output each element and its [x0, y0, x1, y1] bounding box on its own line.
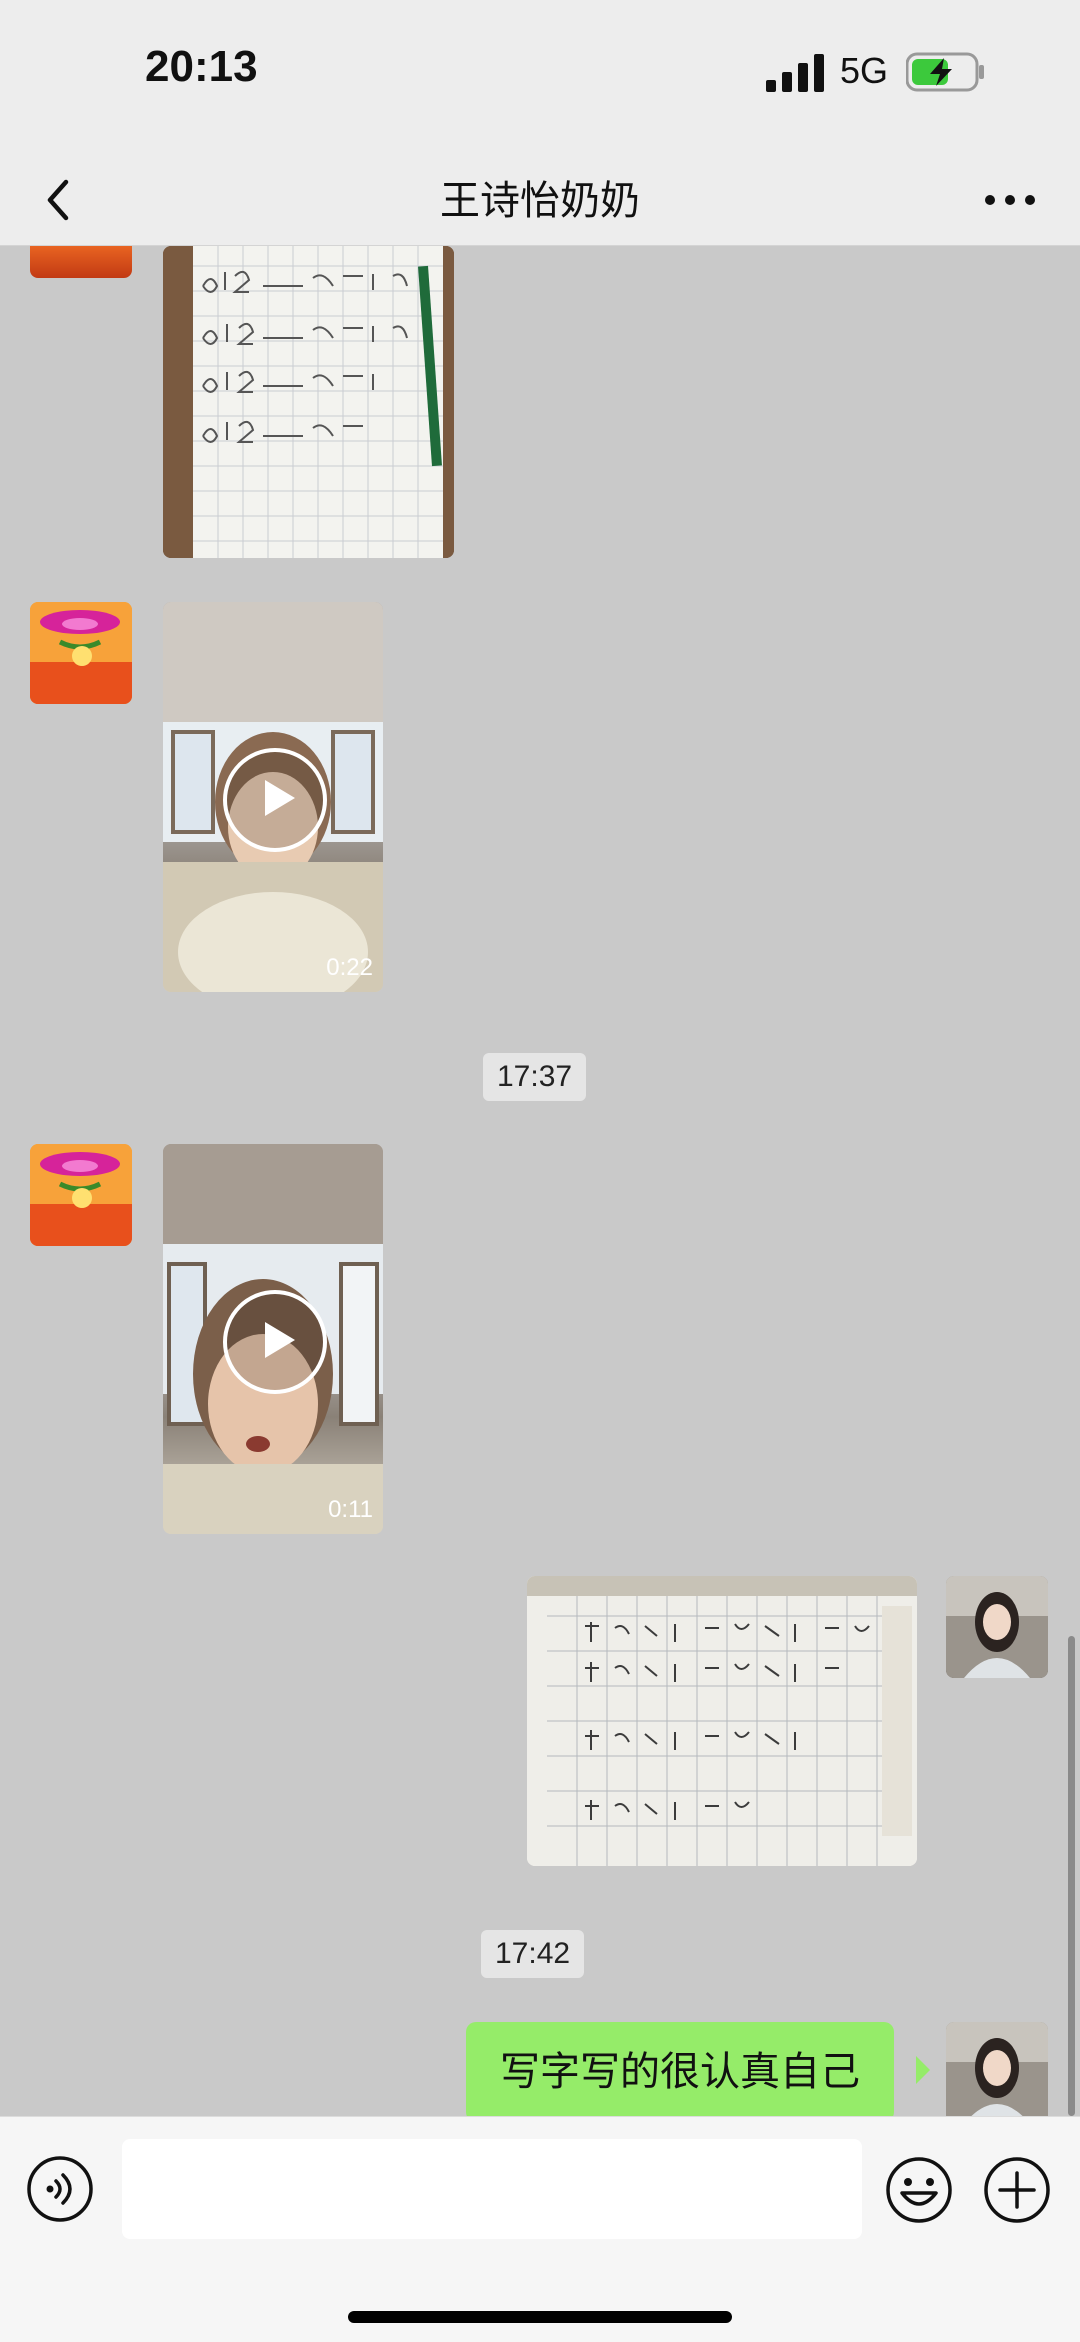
my-avatar[interactable] [946, 2022, 1048, 2116]
more-options-icon[interactable] [980, 170, 1040, 230]
flower-avatar-image [30, 1144, 132, 1246]
woman-avatar-image [946, 2022, 1048, 2116]
my-avatar[interactable] [946, 1576, 1048, 1678]
time-separator: 17:37 [483, 1053, 587, 1101]
nav-bar: 王诗怡奶奶 [0, 150, 1080, 246]
input-bar [0, 2116, 1080, 2342]
video-message[interactable]: 0:11 [163, 1144, 383, 1534]
woman-avatar-image [946, 1576, 1048, 1678]
status-time: 20:13 [145, 42, 258, 91]
chat-title: 王诗怡奶奶 [440, 178, 640, 224]
message-input[interactable] [122, 2139, 862, 2239]
battery-charging-icon [906, 52, 984, 92]
plus-icon[interactable] [982, 2155, 1052, 2225]
emoji-icon[interactable] [884, 2155, 954, 2225]
network-type: 5G [840, 50, 889, 91]
video-duration: 0:22 [326, 954, 373, 981]
image-message[interactable] [527, 1576, 917, 1866]
contact-avatar[interactable] [30, 602, 132, 704]
flower-avatar-image [30, 602, 132, 704]
chat-area[interactable]: 0:22 17:37 0:11 17:42 写字写的很认真自己 [0, 246, 1080, 2116]
contact-avatar[interactable] [30, 246, 132, 278]
handwriting-numbers-photo [163, 246, 454, 558]
sent-text-message[interactable]: 写字写的很认真自己 [466, 2022, 894, 2116]
time-separator: 17:42 [481, 1930, 585, 1978]
scrollbar[interactable] [1068, 1636, 1075, 2116]
voice-input-icon[interactable] [26, 2155, 94, 2223]
home-indicator[interactable] [348, 2311, 732, 2323]
signal-icon [766, 54, 824, 92]
video-duration: 0:11 [328, 1496, 373, 1523]
video-message[interactable]: 0:22 [163, 602, 383, 992]
bubble-tail [916, 2056, 930, 2084]
status-bar: 20:13 5G [0, 0, 1080, 150]
play-icon[interactable] [223, 748, 327, 852]
play-icon[interactable] [223, 1290, 327, 1394]
contact-avatar[interactable] [30, 1144, 132, 1246]
chinese-worksheet-photo [527, 1576, 917, 1866]
image-message[interactable] [163, 246, 454, 558]
